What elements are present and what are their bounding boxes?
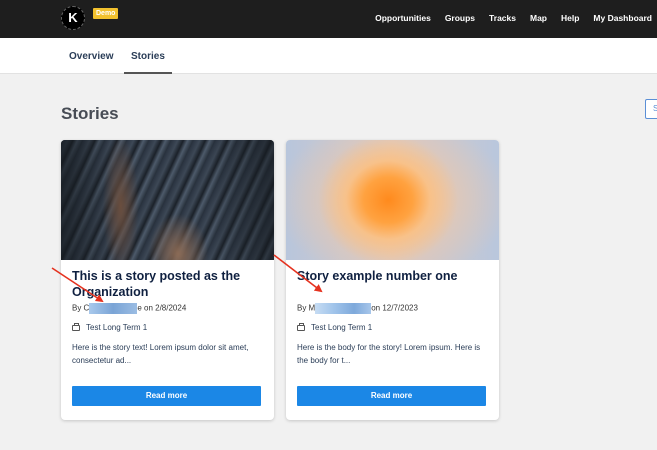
nav-map[interactable]: Map	[530, 13, 547, 23]
story-card[interactable]: Story example number one By M on 12/7/202…	[286, 140, 499, 420]
read-more-button[interactable]: Read more	[72, 386, 261, 406]
byline-prefix: By C	[72, 303, 90, 313]
story-title[interactable]: This is a story posted as the Organizati…	[72, 268, 263, 300]
main-nav: Opportunities Groups Tracks Map Help My …	[375, 0, 652, 36]
track-label: Test Long Term 1	[86, 323, 148, 332]
redacted-author-name	[315, 303, 372, 314]
redacted-author-name	[89, 303, 138, 314]
story-image-canyon	[61, 140, 274, 260]
app-logo[interactable]: K	[61, 6, 85, 30]
nav-my-dashboard[interactable]: My Dashboard	[593, 13, 652, 23]
byline-prefix: By M	[297, 303, 316, 313]
sub-navigation: Overview Stories	[0, 38, 657, 74]
story-excerpt: Here is the body for the story! Lorem ip…	[297, 343, 481, 365]
read-more-button[interactable]: Read more	[297, 386, 486, 406]
edge-button[interactable]: S	[645, 99, 657, 119]
story-image-gradient	[286, 140, 499, 260]
briefcase-icon	[297, 322, 305, 331]
nav-help[interactable]: Help	[561, 13, 579, 23]
nav-tracks[interactable]: Tracks	[489, 13, 516, 23]
demo-badge: Demo	[93, 8, 119, 19]
track-label: Test Long Term 1	[311, 323, 373, 332]
briefcase-icon	[72, 322, 80, 331]
story-excerpt: Here is the story text! Lorem ipsum dolo…	[72, 343, 249, 365]
nav-groups[interactable]: Groups	[445, 13, 475, 23]
story-byline: By M on 12/7/2023	[297, 303, 418, 314]
story-track: Test Long Term 1	[297, 322, 373, 332]
tab-overview[interactable]: Overview	[69, 38, 113, 74]
byline-suffix: e on 2/8/2024	[137, 303, 187, 313]
nav-opportunities[interactable]: Opportunities	[375, 13, 431, 23]
top-navbar: K Demo Opportunities Groups Tracks Map H…	[0, 0, 657, 38]
page-title: Stories	[61, 104, 119, 123]
story-byline: By C e on 2/8/2024	[72, 303, 186, 314]
story-track: Test Long Term 1	[72, 322, 148, 332]
tab-stories[interactable]: Stories	[124, 38, 172, 74]
story-card[interactable]: This is a story posted as the Organizati…	[61, 140, 274, 420]
story-title[interactable]: Story example number one	[297, 268, 488, 284]
byline-suffix: on 12/7/2023	[371, 303, 418, 313]
